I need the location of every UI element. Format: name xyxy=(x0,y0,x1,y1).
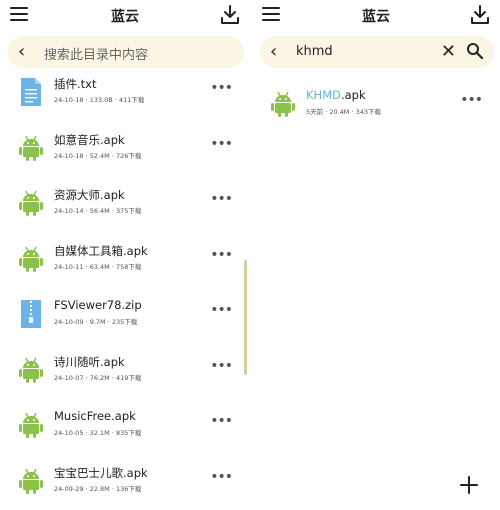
android-icon xyxy=(270,89,296,119)
file-list: 插件.txt 24-10-18 · 133.0B · 411下载 ••• 如意音乐.a… xyxy=(0,70,250,510)
file-list-item[interactable]: 宝宝巴士儿歌.apk 24-09-29 · 22.8M · 136下载 ••• xyxy=(0,459,250,510)
more-options-icon[interactable]: ••• xyxy=(460,92,483,108)
file-list-item[interactable]: 诗川随听.apk 24-10-07 · 76.2M · 419下载 ••• xyxy=(0,348,250,404)
file-name: KHMD.apk xyxy=(306,88,366,102)
android-icon xyxy=(18,244,44,274)
android-icon xyxy=(18,133,44,163)
app-title: 蓝云 xyxy=(111,9,139,25)
more-options-icon[interactable]: ••• xyxy=(210,136,233,152)
file-meta: 24-10-18 · 133.0B · 411下载 xyxy=(54,96,145,104)
search-bar[interactable]: ‹ khmd ✕ xyxy=(260,36,494,68)
file-meta: 24-10-05 · 32.1M · 835下载 xyxy=(54,429,142,437)
file-meta: 24-10-18 · 52.4M · 726下载 xyxy=(54,151,142,160)
android-icon xyxy=(18,188,44,218)
file-name: 宝宝巴士儿歌.apk xyxy=(54,465,148,480)
file-meta: 24-10-07 · 76.2M · 419下载 xyxy=(54,373,142,382)
file-list-item[interactable]: 自媒体工具箱.apk 24-10-11 · 63.4M · 758下载 ••• xyxy=(0,237,250,293)
search-input[interactable]: 搜索此目录中内容 xyxy=(44,44,148,63)
back-arrow-icon[interactable]: ‹ xyxy=(270,42,286,62)
android-icon xyxy=(18,466,44,496)
file-meta: 24-10-11 · 63.4M · 758下载 xyxy=(54,262,142,271)
file-list-item[interactable]: FSViewer78.zip 24-10-09 · 9.7M · 235下载 ••• xyxy=(0,292,250,348)
android-icon xyxy=(18,410,44,440)
search-result-list: KHMD.apk 5天前 · 20.4M · 343下载 ••• xyxy=(252,82,500,138)
search-icon[interactable] xyxy=(466,42,484,60)
file-meta: 24-10-14 · 56.4M · 375下载 xyxy=(54,207,142,215)
folder-panel: 蓝云 ‹ 搜索此目录中内容 插件.txt 24-10-18 · 133.0B · … xyxy=(0,0,250,510)
file-name: 如意音乐.apk xyxy=(54,132,125,147)
text-file-icon xyxy=(18,77,44,107)
file-name: MusicFree.apk xyxy=(54,409,136,423)
file-meta: 24-10-09 · 9.7M · 235下载 xyxy=(54,318,138,326)
match-highlight: KHMD xyxy=(306,88,341,102)
top-app-bar: 蓝云 xyxy=(0,0,250,32)
more-options-icon[interactable]: ••• xyxy=(210,358,233,374)
android-icon xyxy=(18,355,44,385)
scrollbar[interactable] xyxy=(244,260,247,375)
file-name-rest: .apk xyxy=(340,88,366,102)
more-options-icon[interactable]: ••• xyxy=(210,247,233,263)
clear-icon[interactable]: ✕ xyxy=(441,41,456,62)
file-name: 自媒体工具箱.apk xyxy=(54,243,148,258)
directory-search-bar[interactable]: ‹ 搜索此目录中内容 xyxy=(8,36,244,68)
search-results-panel: 蓝云 ‹ khmd ✕ KHMD.apk 5天前 · 20.4M · 343下载 •… xyxy=(252,0,500,510)
file-list-item[interactable]: 资源大师.apk 24-10-14 · 56.4M · 375下载 ••• xyxy=(0,181,250,237)
search-input[interactable]: khmd xyxy=(296,44,333,59)
file-name: FSViewer78.zip xyxy=(54,298,142,312)
file-meta: 24-09-29 · 22.8M · 136下载 xyxy=(54,484,142,493)
more-options-icon[interactable]: ••• xyxy=(210,302,233,318)
download-icon[interactable] xyxy=(220,4,240,26)
file-list-item[interactable]: MusicFree.apk 24-10-05 · 32.1M · 835下载 ••• xyxy=(0,403,250,459)
download-icon[interactable] xyxy=(470,4,490,26)
file-list-item[interactable]: 如意音乐.apk 24-10-18 · 52.4M · 726下载 ••• xyxy=(0,126,250,182)
app-title: 蓝云 xyxy=(362,9,390,25)
search-result-item[interactable]: KHMD.apk 5天前 · 20.4M · 343下载 ••• xyxy=(252,82,500,138)
more-options-icon[interactable]: ••• xyxy=(210,80,233,96)
file-list-item[interactable]: 插件.txt 24-10-18 · 133.0B · 411下载 ••• xyxy=(0,70,250,126)
file-name: 诗川随听.apk xyxy=(54,354,125,369)
more-options-icon[interactable]: ••• xyxy=(210,413,233,429)
back-arrow-icon[interactable]: ‹ xyxy=(18,42,34,62)
zip-file-icon xyxy=(18,299,44,329)
file-meta: 5天前 · 20.4M · 343下载 xyxy=(306,108,382,116)
file-name: 插件.txt xyxy=(54,77,97,91)
add-button[interactable] xyxy=(452,468,486,502)
top-app-bar: 蓝云 xyxy=(252,0,500,32)
file-name: 资源大师.apk xyxy=(54,188,125,202)
more-options-icon[interactable]: ••• xyxy=(210,469,233,485)
more-options-icon[interactable]: ••• xyxy=(210,191,233,207)
